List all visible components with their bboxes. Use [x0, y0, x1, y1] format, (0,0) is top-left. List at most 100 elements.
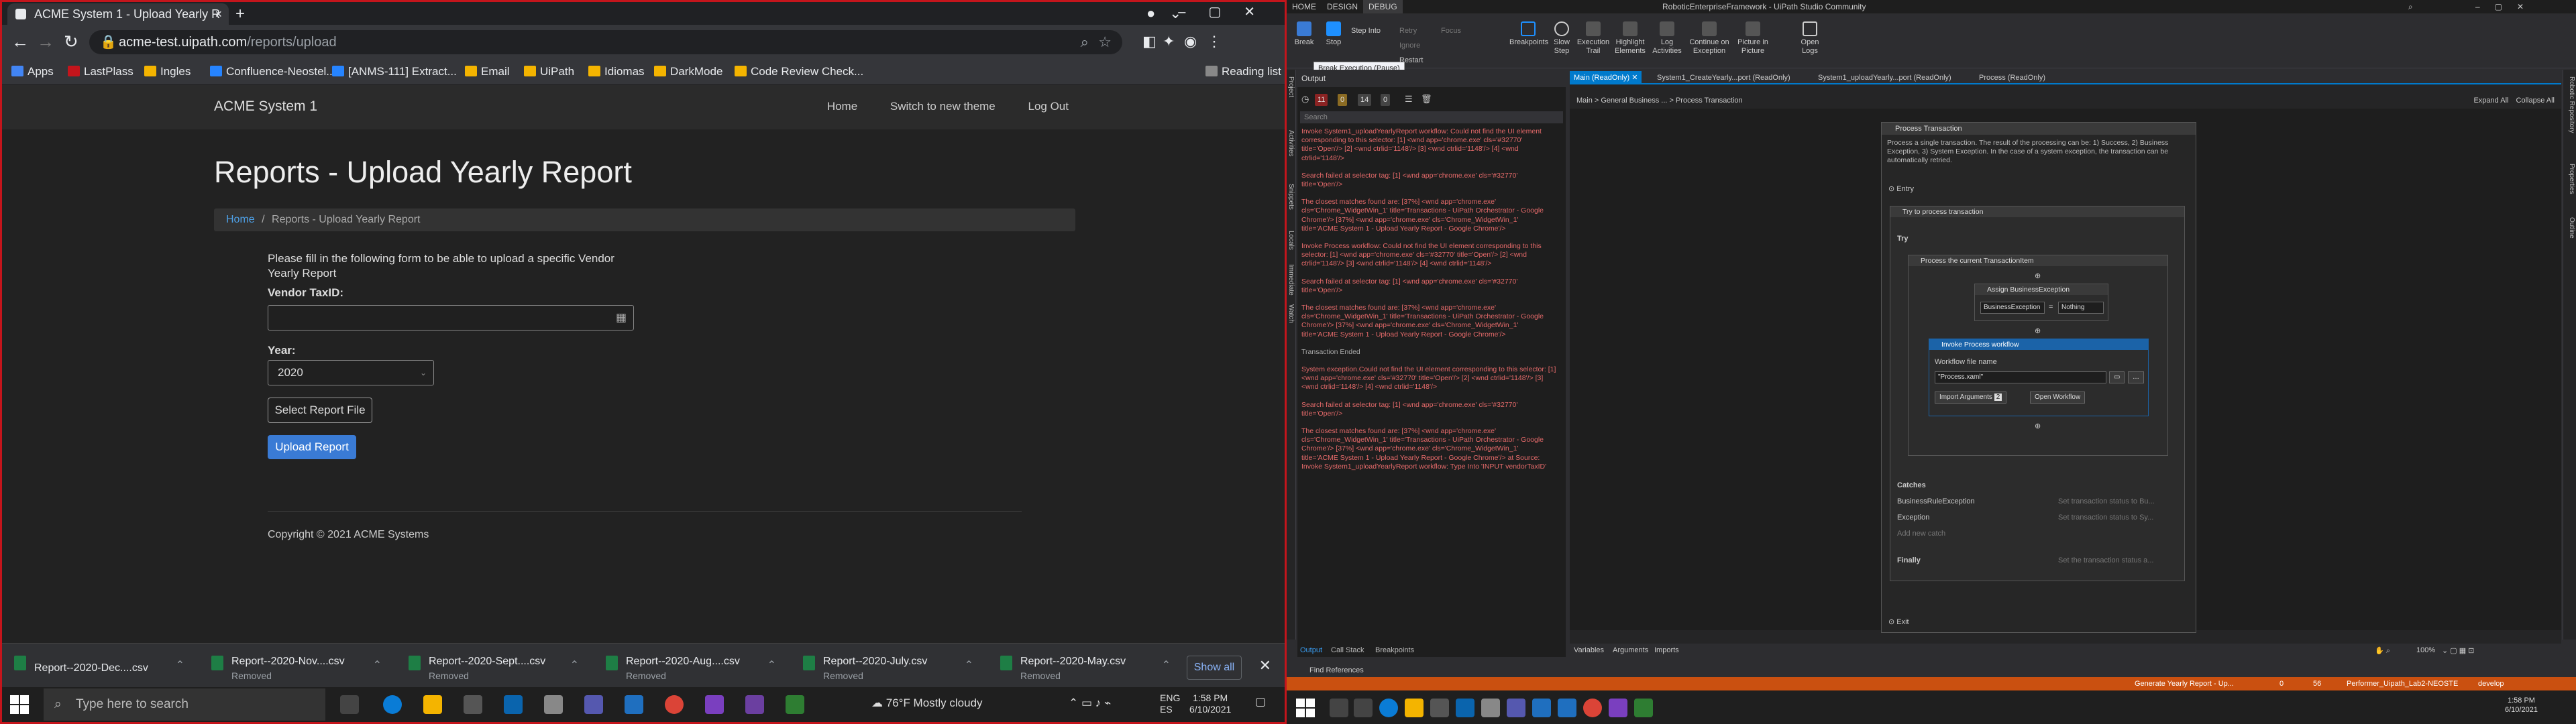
error-count[interactable]: 11: [1315, 94, 1328, 106]
app-icon[interactable]: [745, 695, 764, 714]
exit-state[interactable]: ⊙ Exit: [1888, 617, 1909, 626]
forward-icon[interactable]: →: [37, 32, 54, 52]
puzzle-icon[interactable]: ✦: [1163, 33, 1175, 50]
teams-icon[interactable]: [1507, 699, 1525, 717]
status-robot[interactable]: Performer_Uipath_Lab2-NEOSTE: [2347, 677, 2458, 690]
import-arguments-button[interactable]: Import Arguments 2: [1935, 391, 2007, 404]
task-view-icon[interactable]: [340, 695, 359, 714]
browser-tab[interactable]: ACME System 1 - Upload Yearly R ×: [7, 3, 229, 25]
panel-robotic-repository[interactable]: Robotic Repository: [2568, 76, 2575, 133]
log-entry[interactable]: Search failed at selector tag: [1] <wnd …: [1301, 172, 1556, 189]
bookmark-code-review[interactable]: Code Review Check...: [735, 65, 863, 78]
log-entry[interactable]: Invoke Process workflow: Could not find …: [1301, 242, 1556, 269]
download-item[interactable]: Report--2020-May.csv Removed ⌃: [991, 650, 1177, 685]
bookmark-confluence[interactable]: Confluence-Neostel...: [210, 65, 335, 78]
clock[interactable]: 1:58 PM 6/10/2021: [2505, 696, 2538, 715]
status-count[interactable]: 56: [2313, 677, 2321, 690]
search-icon[interactable]: [1330, 699, 1348, 717]
fit-icons[interactable]: ⌄ ▢ ▦ ⊡: [2442, 646, 2474, 655]
catch-exception[interactable]: Exception: [1897, 514, 1929, 522]
variables-tab[interactable]: Variables: [1574, 646, 1604, 654]
tab-output[interactable]: Output: [1300, 646, 1322, 654]
add-new-catch[interactable]: Add new catch: [1897, 530, 1945, 538]
vendor-taxid-input[interactable]: ▦: [268, 305, 634, 330]
windows-start-icon[interactable]: [10, 695, 29, 714]
more-button[interactable]: …: [2128, 371, 2144, 383]
break-button[interactable]: Break: [1291, 21, 1318, 47]
bookmark-uipath[interactable]: UiPath: [524, 65, 574, 78]
open-logs-button[interactable]: Open Logs: [1796, 21, 1823, 56]
info-count[interactable]: 14: [1358, 94, 1372, 106]
trash-icon[interactable]: 🗑: [1421, 94, 1432, 105]
add-activity-icon[interactable]: ⊕: [2035, 272, 2041, 280]
profile-icon[interactable]: ●: [1146, 5, 1155, 22]
panel-watch[interactable]: Watch: [1287, 304, 1295, 323]
arguments-tab[interactable]: Arguments: [1613, 646, 1648, 654]
extension-icon[interactable]: ◧: [1142, 33, 1157, 50]
uipath-studio-icon[interactable]: [625, 695, 643, 714]
bookmark-lastpass[interactable]: LastPlass: [68, 65, 133, 78]
imports-tab[interactable]: Imports: [1654, 646, 1679, 654]
status-mid[interactable]: Generate Yearly Report - Up...: [2135, 677, 2234, 690]
ignore-button[interactable]: Ignore: [1399, 42, 1440, 50]
list-icon[interactable]: ☰: [1405, 94, 1413, 105]
notification-icon[interactable]: ▢: [1255, 695, 1266, 709]
status-zero[interactable]: 0: [2279, 677, 2284, 690]
panel-activities[interactable]: Activities: [1287, 130, 1295, 156]
close-icon[interactable]: ✕: [1259, 657, 1271, 674]
file-explorer-icon[interactable]: [423, 695, 442, 714]
log-entry[interactable]: Transaction Ended: [1301, 348, 1556, 357]
highlight-elements-button[interactable]: Highlight Elements: [1611, 21, 1649, 56]
store-icon[interactable]: [1430, 699, 1449, 717]
focus-button[interactable]: Focus: [1441, 27, 1474, 36]
ribbon-tab-design[interactable]: DESIGN: [1327, 2, 1358, 11]
doc-tab[interactable]: Process (ReadOnly): [1975, 71, 2049, 84]
log-entry[interactable]: Search failed at selector tag: [1] <wnd …: [1301, 278, 1556, 295]
log-entry[interactable]: The closest matches found are: [37%] <wn…: [1301, 304, 1556, 339]
chevron-up-icon[interactable]: ⌃: [176, 658, 184, 672]
window-controls[interactable]: –▢✕: [2475, 2, 2538, 11]
workflow-file-input[interactable]: "Process.xaml": [1935, 371, 2106, 383]
clock-icon[interactable]: ◷: [1301, 94, 1309, 105]
download-item[interactable]: Report--2020-Aug....csv Removed ⌃: [596, 650, 783, 685]
doc-tab-main[interactable]: Main (ReadOnly) ✕: [1570, 71, 1642, 84]
log-entry[interactable]: The closest matches found are: [37%] <wn…: [1301, 427, 1556, 471]
app-icon[interactable]: [786, 695, 804, 714]
ribbon-tab-home[interactable]: HOME: [1292, 2, 1316, 11]
chrome-icon[interactable]: [1583, 699, 1602, 717]
window-controls[interactable]: –▢✕: [1178, 3, 1278, 20]
slow-step-button[interactable]: Slow Step: [1548, 21, 1575, 56]
tab-call-stack[interactable]: Call Stack: [1331, 646, 1364, 654]
download-item[interactable]: Report--2020-Dec....csv ⌃: [5, 650, 191, 685]
bookmark-ingles[interactable]: Ingles: [144, 65, 191, 78]
pan-icon[interactable]: ✋ ⌕: [2375, 646, 2390, 656]
uipath-assistant-icon[interactable]: [1558, 699, 1576, 717]
add-activity-icon[interactable]: ⊕: [2035, 422, 2041, 430]
expand-all-link[interactable]: Expand All: [2473, 97, 2508, 105]
panel-snippets[interactable]: Snippets: [1287, 184, 1295, 210]
bookmark-email[interactable]: Email: [465, 65, 510, 78]
download-item[interactable]: Report--2020-July.csv Removed ⌃: [794, 650, 980, 685]
continue-on-exception-button[interactable]: Continue on Exception: [1685, 21, 1733, 56]
assign-to-field[interactable]: BusinessException: [1980, 302, 2045, 314]
bookmark-darkmode[interactable]: DarkMode: [654, 65, 722, 78]
find-references[interactable]: Find References: [1309, 666, 1364, 674]
collapse-all-link[interactable]: Collapse All: [2516, 97, 2555, 105]
tab-breakpoints[interactable]: Breakpoints: [1375, 646, 1414, 654]
app-icon[interactable]: [1609, 699, 1627, 717]
log-activities-button[interactable]: Log Activities: [1650, 21, 1684, 56]
windows-start-icon[interactable]: [1296, 699, 1315, 717]
nav-home[interactable]: Home: [827, 100, 857, 113]
doc-tab[interactable]: System1_CreateYearly...port (ReadOnly): [1653, 71, 1794, 84]
edge-icon[interactable]: [1379, 699, 1398, 717]
clock[interactable]: 1:58 PM 6/10/2021: [1189, 692, 1231, 715]
picture-in-picture-button[interactable]: Picture in Picture: [1735, 21, 1771, 56]
chevron-up-icon[interactable]: ⌃: [965, 658, 973, 672]
chevron-up-icon[interactable]: ⌃: [1162, 658, 1171, 672]
app-icon[interactable]: [544, 695, 563, 714]
catch-exception-action[interactable]: Set transaction status to Sy...: [2058, 514, 2153, 522]
chevron-up-icon[interactable]: ⌃: [570, 658, 579, 672]
execution-trail-button[interactable]: Execution Trail: [1576, 21, 1610, 56]
assign-value-field[interactable]: Nothing: [2058, 302, 2104, 314]
chrome-icon[interactable]: [665, 695, 684, 714]
